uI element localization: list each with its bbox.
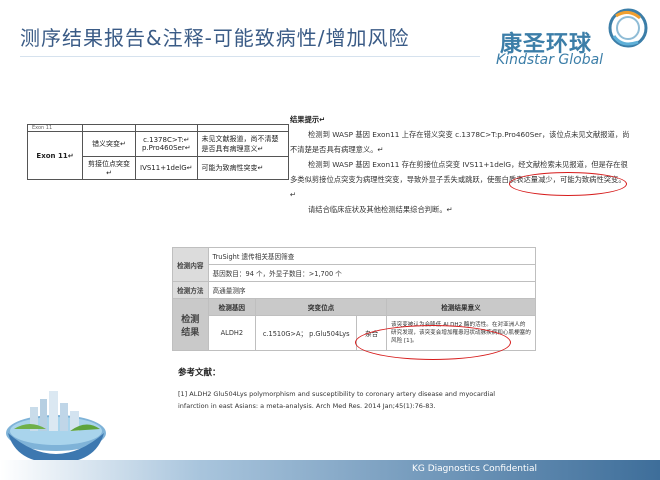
label-detect-result: 检测结果: [172, 298, 209, 351]
references-title: 参考文献：: [178, 368, 221, 378]
label-detect-content: 检测内容: [172, 247, 209, 282]
table-cell: Exon 11: [27, 124, 83, 132]
table-cell: [135, 124, 198, 132]
results-paragraph-1: 检测到 WASP 基因 Exon11 上存在错义突变 c.1378C>T:p.P…: [290, 130, 630, 154]
table-cell-note: 未见文献报道，尚不清楚是否具有病理意义↵: [196, 131, 289, 157]
kindstar-logo-icon: [608, 8, 648, 48]
results-section: 结果提示↵ 检测到 WASP 基因 Exon11 上存在错义突变 c.1378C…: [290, 112, 630, 217]
detect-content-value: TruSight 遗传相关基因筛查: [207, 247, 537, 265]
detect-method-value: 高通量测序: [207, 281, 537, 299]
logo-english-text: Kindstar Global: [496, 52, 604, 68]
table-row: 基因数目：94 个，外显子数目：>1,700 个: [173, 264, 537, 282]
table-cell: [82, 124, 136, 132]
variant-table: Exon 11 Exon 11↵ 错义突变↵ c.1378C>T:↵ p.Pro…: [27, 124, 289, 180]
gene-count-value: 基因数目：94 个，外显子数目：>1,700 个: [207, 264, 537, 282]
header-site: 突变位点: [255, 298, 387, 316]
references-text: [1] ALDH2 Glu504Lys polymorphism and sus…: [178, 390, 496, 410]
cell-gene: ALDH2: [207, 315, 257, 351]
globe-city-graphic: [6, 391, 106, 463]
slide-title: 测序结果报告&注释-可能致病性/增加风险: [20, 26, 410, 50]
results-paragraph-3: 请结合临床症状及其他检测结果综合判断。↵: [308, 205, 453, 214]
table-row: 检测内容 TruSight 遗传相关基因筛查: [172, 247, 537, 282]
table-cell-type: 错义突变↵: [82, 131, 136, 157]
table-row-cutoff: Exon 11: [27, 124, 289, 132]
label-detect-method: 检测方法: [172, 281, 209, 299]
footer-confidential-text: KG Diagnostics Confidential: [412, 464, 537, 474]
table-row: Exon 11↵ 错义突变↵ c.1378C>T:↵ p.Pro460Ser↵ …: [27, 131, 289, 180]
cell-site: c.1510G>A； p.Glu504Lys: [255, 315, 358, 351]
table-row: 检测方法 高通量测序: [172, 281, 537, 299]
header-meaning: 检测结果意义: [386, 298, 536, 316]
slide-header: 测序结果报告&注释-可能致病性/增加风险 康圣环球 Kindstar Globa…: [0, 0, 660, 78]
table-cell-variant: IVS11+1delG↵: [135, 156, 198, 180]
table-header-row: 检测结果 检测基因 突变位点 检测结果意义: [172, 298, 536, 351]
table-cell-note: 可能为致病性突变↵: [196, 156, 289, 180]
footer-bar: [0, 460, 660, 480]
table-cell-exon: Exon 11↵: [27, 131, 83, 180]
table-cell-variant: c.1378C>T:↵ p.Pro460Ser↵: [135, 131, 198, 157]
results-title: 结果提示↵: [290, 115, 326, 124]
header-divider: [20, 56, 480, 57]
table-cell: [196, 124, 289, 132]
highlight-oval: [509, 172, 627, 196]
highlight-oval: [355, 325, 511, 360]
table-cell-type: 剪接位点突变↵: [82, 156, 136, 180]
header-gene: 检测基因: [207, 298, 257, 316]
